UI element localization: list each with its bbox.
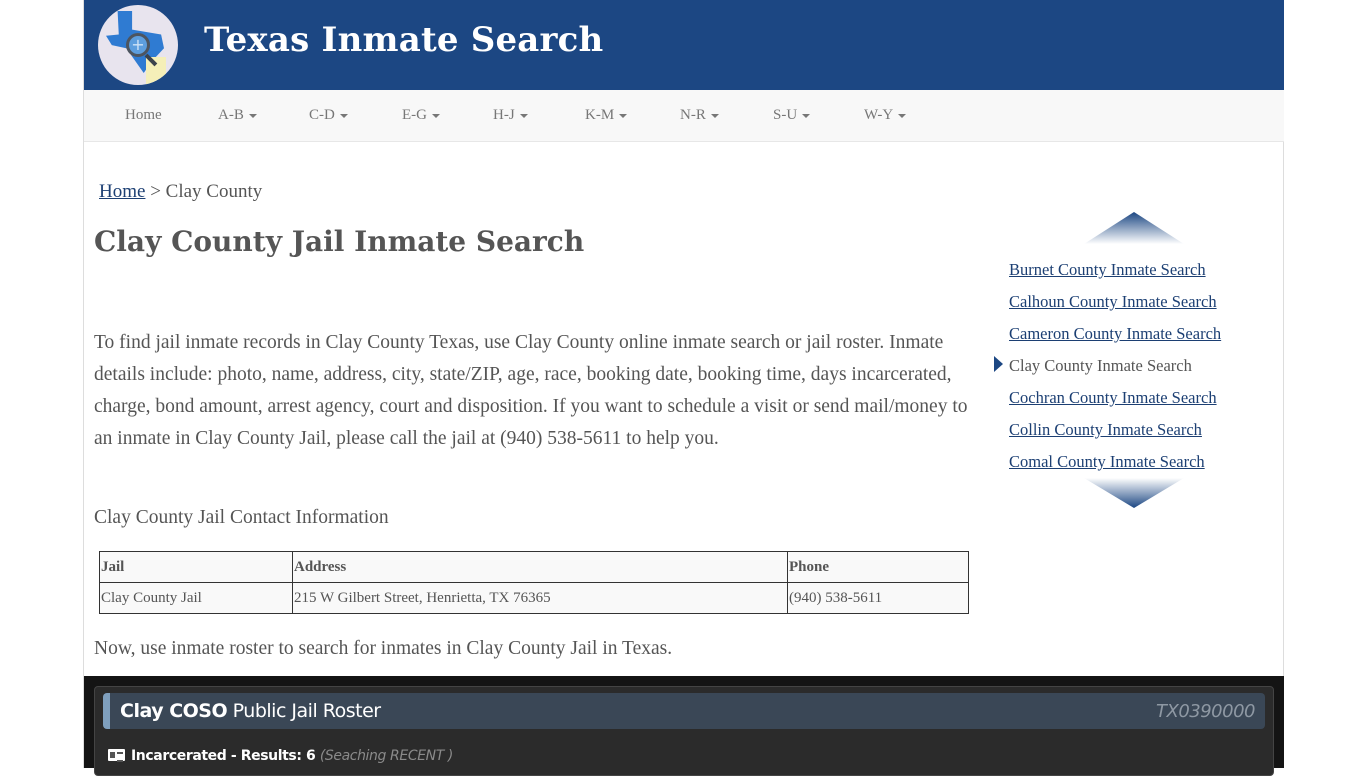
sidebar-link-clay-active: Clay County Inmate Search [1009, 356, 1192, 375]
caret-down-icon [339, 113, 348, 118]
cell-jail: Clay County Jail [99, 582, 293, 614]
roster-intro: Now, use inmate roster to search for inm… [94, 638, 673, 659]
scroll-down-arrow-icon[interactable] [1084, 478, 1184, 508]
sidebar-link-cochran[interactable]: Cochran County Inmate Search [1009, 388, 1217, 408]
cell-phone: (940) 538-5611 [787, 582, 969, 614]
scroll-up-arrow-icon[interactable] [1084, 212, 1184, 244]
main-nav: Home A-B C-D E-G H-J K-M N-R S-U W-Y [84, 90, 1284, 142]
nav-label: E-G [402, 107, 427, 123]
roster-title-rest: Public Jail Roster [227, 700, 381, 722]
breadcrumb-current: Clay County [165, 181, 263, 202]
nav-item-n-r[interactable]: N-R [680, 107, 719, 124]
caret-down-icon [248, 113, 257, 118]
texas-map-magnifier-icon[interactable]: + [98, 5, 178, 85]
caret-down-icon [432, 113, 440, 118]
column-header-jail: Jail [99, 551, 293, 583]
nav-item-s-u[interactable]: S-U [773, 107, 811, 124]
sidebar-link-cameron[interactable]: Cameron County Inmate Search [1009, 324, 1221, 344]
nav-label: N-R [680, 107, 706, 123]
agency-id: TX0390000 [1156, 701, 1256, 722]
sidebar-link-burnet[interactable]: Burnet County Inmate Search [1009, 260, 1206, 280]
caret-down-icon [619, 113, 628, 118]
nav-item-c-d[interactable]: C-D [309, 107, 348, 124]
roster-title: Clay COSO Public Jail Roster [120, 700, 381, 722]
nav-label: K-M [585, 107, 615, 123]
caret-down-icon [802, 113, 811, 118]
jail-roster-section: Clay COSO Public Jail Roster TX0390000 I… [84, 676, 1284, 776]
cell-address: 215 W Gilbert Street, Henrietta, TX 7636… [292, 582, 788, 614]
table-header-row: Jail Address Phone [99, 551, 969, 583]
nav-label: A-B [218, 107, 244, 123]
searching-note: (Seaching RECENT ) [319, 748, 454, 764]
site-title[interactable]: Texas Inmate Search [204, 20, 603, 60]
active-marker-icon [994, 356, 1003, 372]
nav-label: C-D [309, 107, 335, 123]
results-label: Incarcerated - Results: 6 [131, 748, 316, 764]
column-header-address: Address [292, 551, 788, 583]
nav-label: W-Y [864, 107, 894, 123]
roster-panel: Clay COSO Public Jail Roster TX0390000 I… [94, 686, 1274, 776]
roster-title-bar: Clay COSO Public Jail Roster TX0390000 [103, 693, 1265, 729]
results-status: Incarcerated - Results: 6 (Seaching RECE… [108, 748, 453, 764]
id-card-icon [108, 749, 125, 762]
nav-label: S-U [773, 107, 798, 123]
sidebar-link-calhoun[interactable]: Calhoun County Inmate Search [1009, 292, 1217, 312]
caret-down-icon [898, 113, 907, 118]
contact-heading: Clay County Jail Contact Information [94, 507, 389, 528]
breadcrumb-home-link[interactable]: Home [99, 181, 145, 202]
breadcrumb-separator: > [150, 181, 161, 202]
nav-label: H-J [493, 107, 515, 123]
contact-table: Jail Address Phone Clay County Jail 215 … [99, 551, 969, 614]
breadcrumb: Home > Clay County [99, 181, 262, 203]
caret-down-icon [519, 113, 528, 118]
sidebar-link-collin[interactable]: Collin County Inmate Search [1009, 420, 1202, 440]
intro-paragraph: To find jail inmate records in Clay Coun… [94, 332, 968, 449]
nav-item-home[interactable]: Home [125, 107, 162, 124]
nav-item-k-m[interactable]: K-M [585, 107, 628, 124]
page-title: Clay County Jail Inmate Search [94, 225, 585, 258]
caret-down-icon [710, 113, 719, 118]
nav-item-h-j[interactable]: H-J [493, 107, 528, 124]
nav-item-a-b[interactable]: A-B [218, 107, 257, 124]
page: + Texas Inmate Search Home A-B C-D E-G H… [83, 0, 1284, 776]
nav-label: Home [125, 107, 162, 123]
column-header-phone: Phone [787, 551, 969, 583]
nav-item-e-g[interactable]: E-G [402, 107, 440, 124]
nav-item-w-y[interactable]: W-Y [864, 107, 907, 124]
site-header: + Texas Inmate Search [84, 0, 1284, 90]
table-row: Clay County Jail 215 W Gilbert Street, H… [99, 582, 969, 614]
sidebar-link-comal[interactable]: Comal County Inmate Search [1009, 452, 1205, 472]
roster-title-agency: Clay COSO [120, 700, 228, 722]
